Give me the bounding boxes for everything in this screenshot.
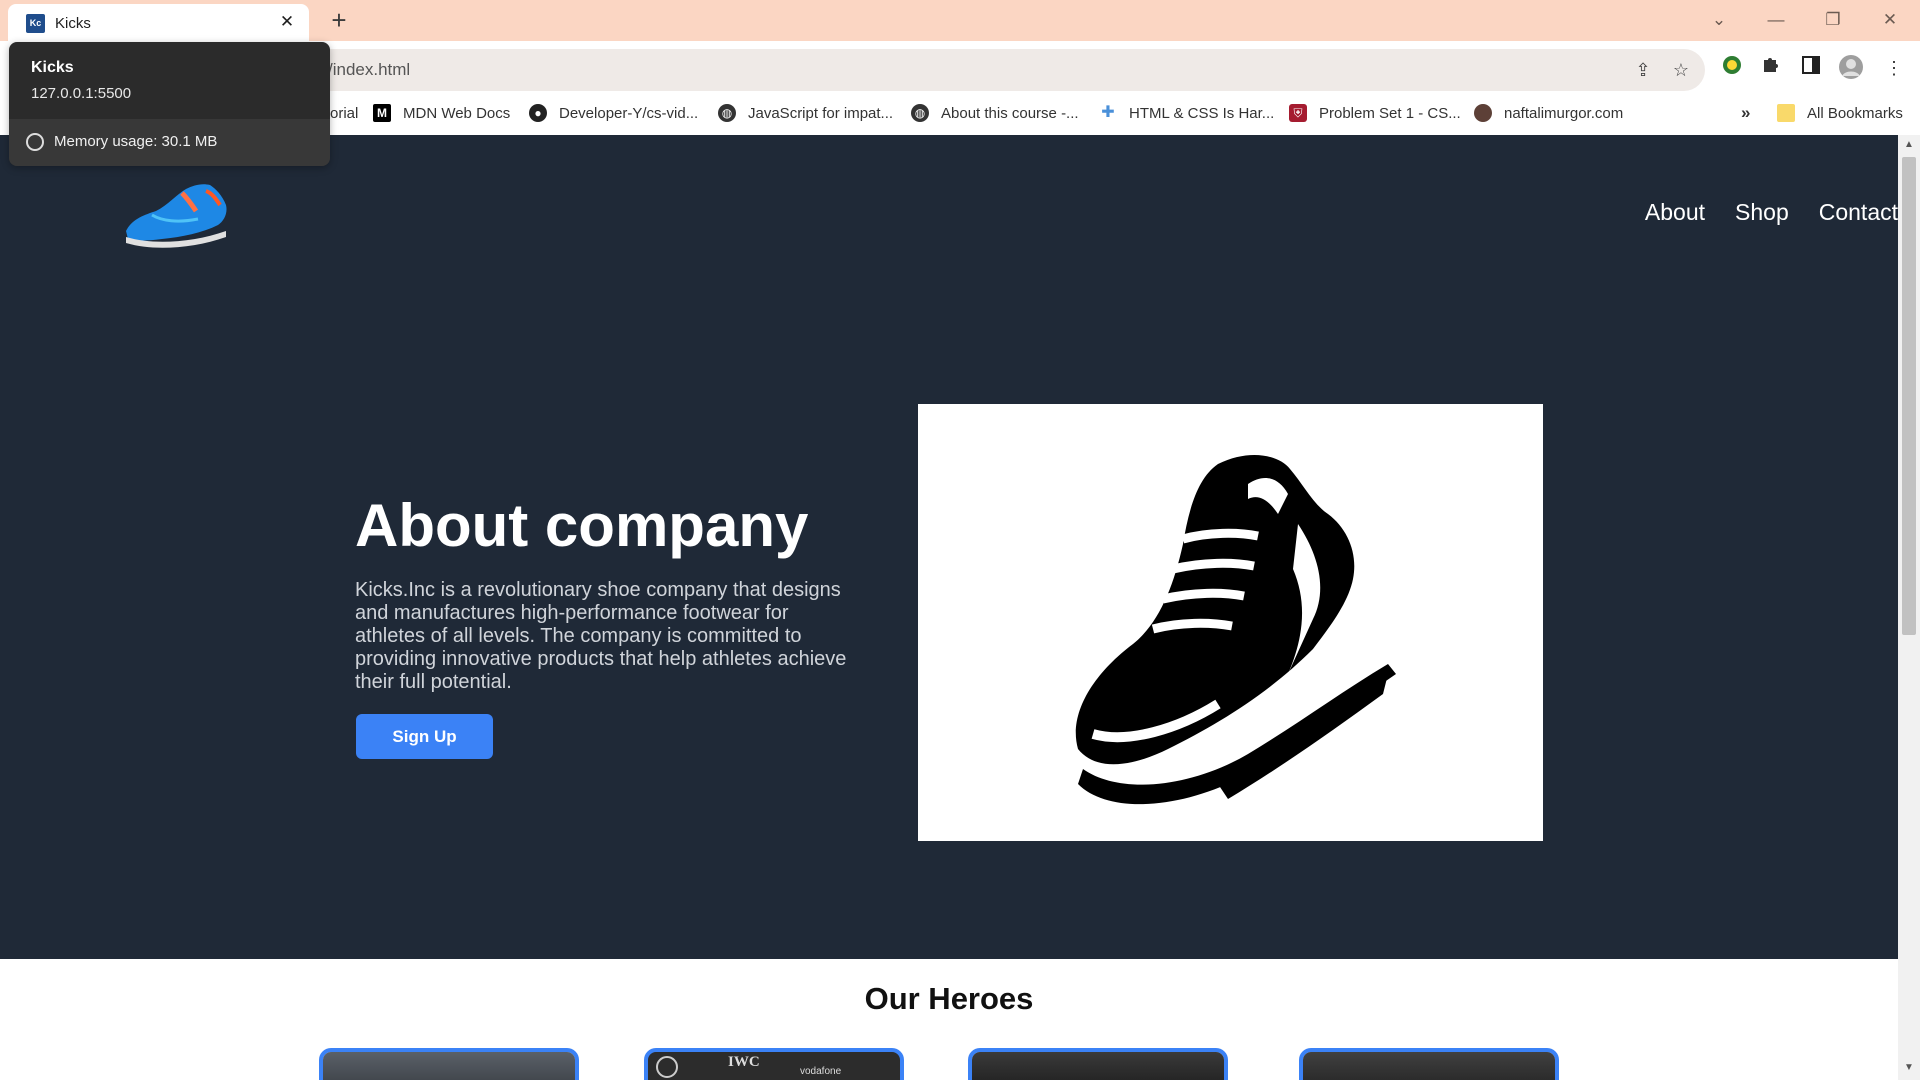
hero-card[interactable] <box>319 1048 579 1080</box>
nav-shop-link[interactable]: Shop <box>1735 199 1789 226</box>
close-window-button[interactable]: ✕ <box>1867 6 1913 34</box>
minimize-button[interactable]: — <box>1753 6 1799 34</box>
bookmark-label: orial <box>330 104 359 122</box>
avatar-icon <box>1474 104 1492 122</box>
bookmark-item[interactable]: ⛨ Problem Set 1 - CS... <box>1289 101 1461 125</box>
bookmark-label: MDN Web Docs <box>403 104 511 122</box>
sneaker-logo-icon[interactable] <box>122 175 230 251</box>
sparkle-icon: ✚ <box>1101 104 1115 121</box>
restore-button[interactable]: ❐ <box>1810 6 1856 34</box>
bookmark-label: About this course -... <box>941 104 1079 122</box>
site-favicon-icon: Kc <box>26 14 45 33</box>
address-bar[interactable]: /index.html ⇪ ☆ <box>100 49 1705 91</box>
tab-strip: Kc Kicks ✕ + ⌄ — ❐ ✕ <box>0 0 1920 41</box>
github-icon: ● <box>529 104 547 122</box>
hover-card-url: 127.0.0.1:5500 <box>31 85 132 102</box>
sponsor-text: vodafone <box>800 1066 842 1077</box>
all-bookmarks-label: All Bookmarks <box>1807 104 1903 122</box>
hover-card-title: Kicks <box>31 59 74 76</box>
bookmark-label: naftalimurgor.com <box>1504 104 1624 122</box>
share-icon[interactable]: ⇪ <box>1630 57 1656 83</box>
bookmark-label: Developer-Y/cs-vid... <box>559 104 699 122</box>
tab-hover-card: Kicks 127.0.0.1:5500 Memory usage: 30.1 … <box>9 42 330 166</box>
url-text[interactable]: /index.html <box>328 60 410 80</box>
memory-gauge-icon <box>26 133 44 151</box>
sponsor-text: IWC <box>728 1054 760 1070</box>
extensions-puzzle-icon[interactable] <box>1757 54 1785 82</box>
tab-search-icon[interactable]: ⌄ <box>1696 6 1742 34</box>
section-title-our-heroes: Our Heroes <box>864 981 1034 1016</box>
tab-close-icon[interactable]: ✕ <box>277 12 297 32</box>
bookmark-label: JavaScript for impat... <box>748 104 894 122</box>
bookmark-item[interactable]: naftalimurgor.com <box>1474 101 1623 125</box>
bookmark-star-icon[interactable]: ☆ <box>1668 57 1694 83</box>
bookmark-label: HTML & CSS Is Har... <box>1129 104 1275 122</box>
hero-section: About Shop Contact About company Kicks.I… <box>0 135 1898 959</box>
harvard-shield-icon: ⛨ <box>1289 104 1307 122</box>
hero-description: Kicks.Inc is a revolutionary shoe compan… <box>355 579 847 693</box>
hero-title: About company <box>355 492 809 559</box>
memory-usage-text: Memory usage: 30.1 MB <box>54 133 218 150</box>
tab-title: Kicks <box>55 15 91 32</box>
bookmark-item[interactable]: ● Developer-Y/cs-vid... <box>529 101 698 125</box>
page-scrollbar[interactable]: ▲ ▼ <box>1898 135 1920 1080</box>
hero-card[interactable] <box>1299 1048 1559 1080</box>
folder-icon <box>1777 104 1795 122</box>
sign-up-button[interactable]: Sign Up <box>356 714 493 759</box>
all-bookmarks-button[interactable]: All Bookmarks <box>1777 101 1903 125</box>
hero-card[interactable] <box>968 1048 1228 1080</box>
hero-card-photo <box>972 1052 1224 1080</box>
bookmark-item[interactable]: ◍ JavaScript for impat... <box>718 101 893 125</box>
bookmark-item[interactable]: orial <box>330 101 358 125</box>
mdn-icon: M <box>373 104 391 122</box>
bookmark-item[interactable]: ◍ About this course -... <box>911 101 1079 125</box>
hero-card-photo <box>323 1052 575 1080</box>
scroll-down-icon[interactable]: ▼ <box>1903 1062 1915 1074</box>
main-nav: About Shop Contact <box>1645 199 1898 226</box>
profile-avatar[interactable] <box>1837 54 1865 82</box>
hero-sneaker-image <box>918 404 1543 841</box>
bookmark-item[interactable]: ✚ HTML & CSS Is Har... <box>1099 101 1274 125</box>
hero-card[interactable]: IWC vodafone <box>644 1048 904 1080</box>
page-viewport: About Shop Contact About company Kicks.I… <box>0 135 1898 1080</box>
nav-about-link[interactable]: About <box>1645 199 1705 226</box>
new-tab-button[interactable]: + <box>325 7 353 35</box>
bookmark-label: Problem Set 1 - CS... <box>1319 104 1461 122</box>
sneaker-silhouette-icon <box>1075 454 1396 805</box>
scroll-up-icon[interactable]: ▲ <box>1903 139 1915 151</box>
bookmarks-overflow-button[interactable]: » <box>1741 101 1750 125</box>
bookmark-item[interactable]: M MDN Web Docs <box>373 101 510 125</box>
browser-tab[interactable]: Kc Kicks ✕ <box>8 4 309 41</box>
mercedes-logo-icon <box>656 1056 678 1078</box>
side-panel-icon[interactable] <box>1797 54 1825 82</box>
nav-contact-link[interactable]: Contact <box>1819 199 1898 226</box>
menu-kebab-icon[interactable]: ⋮ <box>1880 54 1908 82</box>
globe-icon: ◍ <box>718 104 736 122</box>
hover-card-memory-row: Memory usage: 30.1 MB <box>9 119 330 166</box>
globe-icon: ◍ <box>911 104 929 122</box>
extension-globe-icon[interactable] <box>1718 54 1746 82</box>
hero-card-photo <box>1303 1052 1555 1080</box>
scrollbar-thumb[interactable] <box>1902 157 1916 635</box>
